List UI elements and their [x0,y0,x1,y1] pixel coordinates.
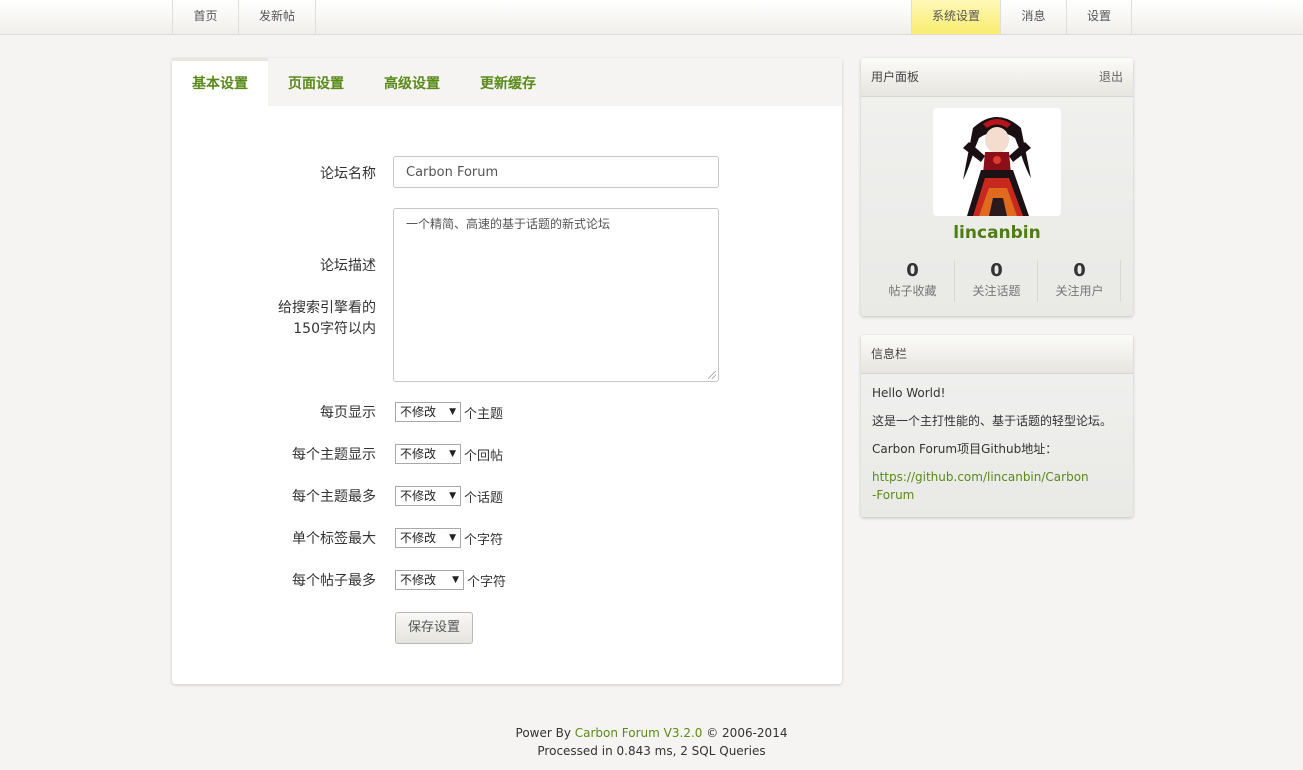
username-link[interactable]: lincanbin [861,223,1133,243]
chevron-down-icon: ▼ [449,491,456,501]
forum-desc-hint-1: 给搜索引擎看的 [278,300,376,316]
stat-followed-users-count: 0 [1073,260,1086,281]
forum-desc-textarea[interactable]: 一个精简、高速的基于话题的新式论坛 [393,208,719,382]
forum-name-label: 论坛名称 [320,166,376,182]
stat-followed-users[interactable]: 0 关注用户 [1038,260,1121,300]
stat-favorites[interactable]: 0 帖子收藏 [871,260,954,300]
info-panel-title: 信息栏 [871,347,908,361]
post-max-length-label: 每个帖子最多 [292,573,376,589]
stat-followed-topics-count: 0 [990,260,1003,281]
chevron-down-icon: ▼ [449,449,456,459]
select-value: 不修改 [400,447,437,461]
per-page-topics-suffix: 个主题 [464,407,504,422]
tags-per-topic-label: 每个主题最多 [292,489,376,505]
footer: Power By Carbon Forum V3.2.0 © 2006-2014… [0,724,1303,760]
tab-update-cache[interactable]: 更新缓存 [460,58,556,106]
replies-per-topic-suffix: 个回帖 [464,449,504,464]
stat-favorites-count: 0 [906,260,919,281]
forum-desc-text: 一个精简、高速的基于话题的新式论坛 [406,217,611,231]
tags-per-topic-suffix: 个话题 [464,491,504,506]
info-panel: 信息栏 Hello World! 这是一个主打性能的、基于话题的轻型论坛。 Ca… [861,335,1133,517]
nav-new-post-link[interactable]: 发新帖 [238,0,316,34]
forum-desc-label: 论坛描述 [320,258,376,274]
stat-divider [1120,260,1121,302]
tag-max-length-suffix: 个字符 [464,533,504,548]
tab-basic-settings[interactable]: 基本设置 [172,58,268,106]
post-max-length-select[interactable]: 不修改 ▼ [395,570,464,590]
info-github-link[interactable]: https://github.com/lincanbin/Carbon-Foru… [872,468,1092,504]
select-value: 不修改 [400,405,437,419]
replies-per-topic-label: 每个主题显示 [292,447,376,463]
footer-carbon-forum-link[interactable]: Carbon Forum V3.2.0 [575,726,703,740]
stat-favorites-label: 帖子收藏 [888,284,937,298]
tag-max-length-label: 单个标签最大 [292,531,376,547]
user-panel-title: 用户面板 [871,70,920,84]
avatar[interactable] [933,108,1061,216]
user-panel-header: 用户面板 退出 [861,58,1133,97]
info-panel-header: 信息栏 [861,335,1133,374]
stat-followed-topics-label: 关注话题 [972,284,1021,298]
footer-powered-by: Power By Carbon Forum V3.2.0 © 2006-2014 [0,724,1303,742]
user-panel: 用户面板 退出 lincanbin 0 帖子收藏 0 关注话题 0 关注用户 [861,58,1133,316]
settings-tabs: 基本设置 页面设置 高级设置 更新缓存 [172,58,842,106]
tags-per-topic-select[interactable]: 不修改 ▼ [395,486,461,506]
nav-right: 系统设置 消息 设置 [911,0,1132,34]
info-github-label: Carbon Forum项目Github地址： [872,442,1058,456]
stat-followed-topics[interactable]: 0 关注话题 [955,260,1038,300]
footer-prefix: Power By [515,726,575,740]
nav-messages-link[interactable]: 消息 [1000,0,1066,34]
per-page-topics-label: 每页显示 [320,405,376,421]
info-description: 这是一个主打性能的、基于话题的轻型论坛。 [872,414,1113,428]
replies-per-topic-select[interactable]: 不修改 ▼ [395,444,461,464]
chevron-down-icon: ▼ [449,533,456,543]
chevron-down-icon: ▼ [452,575,459,585]
select-value: 不修改 [400,531,437,545]
forum-desc-hint-2: 150字符以内 [293,321,376,337]
nav-home-link[interactable]: 首页 [172,0,238,34]
tag-max-length-select[interactable]: 不修改 ▼ [395,528,461,548]
nav-settings-link[interactable]: 设置 [1066,0,1132,34]
tab-advanced-settings[interactable]: 高级设置 [364,58,460,106]
select-value: 不修改 [400,573,437,587]
logout-link[interactable]: 退出 [1099,58,1123,96]
top-navbar: 首页 发新帖 系统设置 消息 设置 [0,0,1303,35]
footer-suffix: © 2006-2014 [702,726,788,740]
forum-name-input[interactable] [393,156,719,188]
per-page-topics-select[interactable]: 不修改 ▼ [395,402,461,422]
select-value: 不修改 [400,489,437,503]
save-settings-button[interactable]: 保存设置 [395,612,473,644]
resize-grip-icon[interactable] [708,371,716,379]
footer-processed-info: Processed in 0.843 ms, 2 SQL Queries [537,744,766,758]
info-hello: Hello World! [872,386,946,400]
avatar-image [933,108,1061,216]
tab-page-settings[interactable]: 页面设置 [268,58,364,106]
nav-left: 首页 发新帖 [172,0,316,34]
nav-system-settings-link[interactable]: 系统设置 [911,0,1000,34]
chevron-down-icon: ▼ [449,407,456,417]
settings-card: 基本设置 页面设置 高级设置 更新缓存 论坛名称 论坛描述 给搜索引擎看的 15… [172,58,842,684]
stat-followed-users-label: 关注用户 [1055,284,1104,298]
post-max-length-suffix: 个字符 [467,575,507,590]
